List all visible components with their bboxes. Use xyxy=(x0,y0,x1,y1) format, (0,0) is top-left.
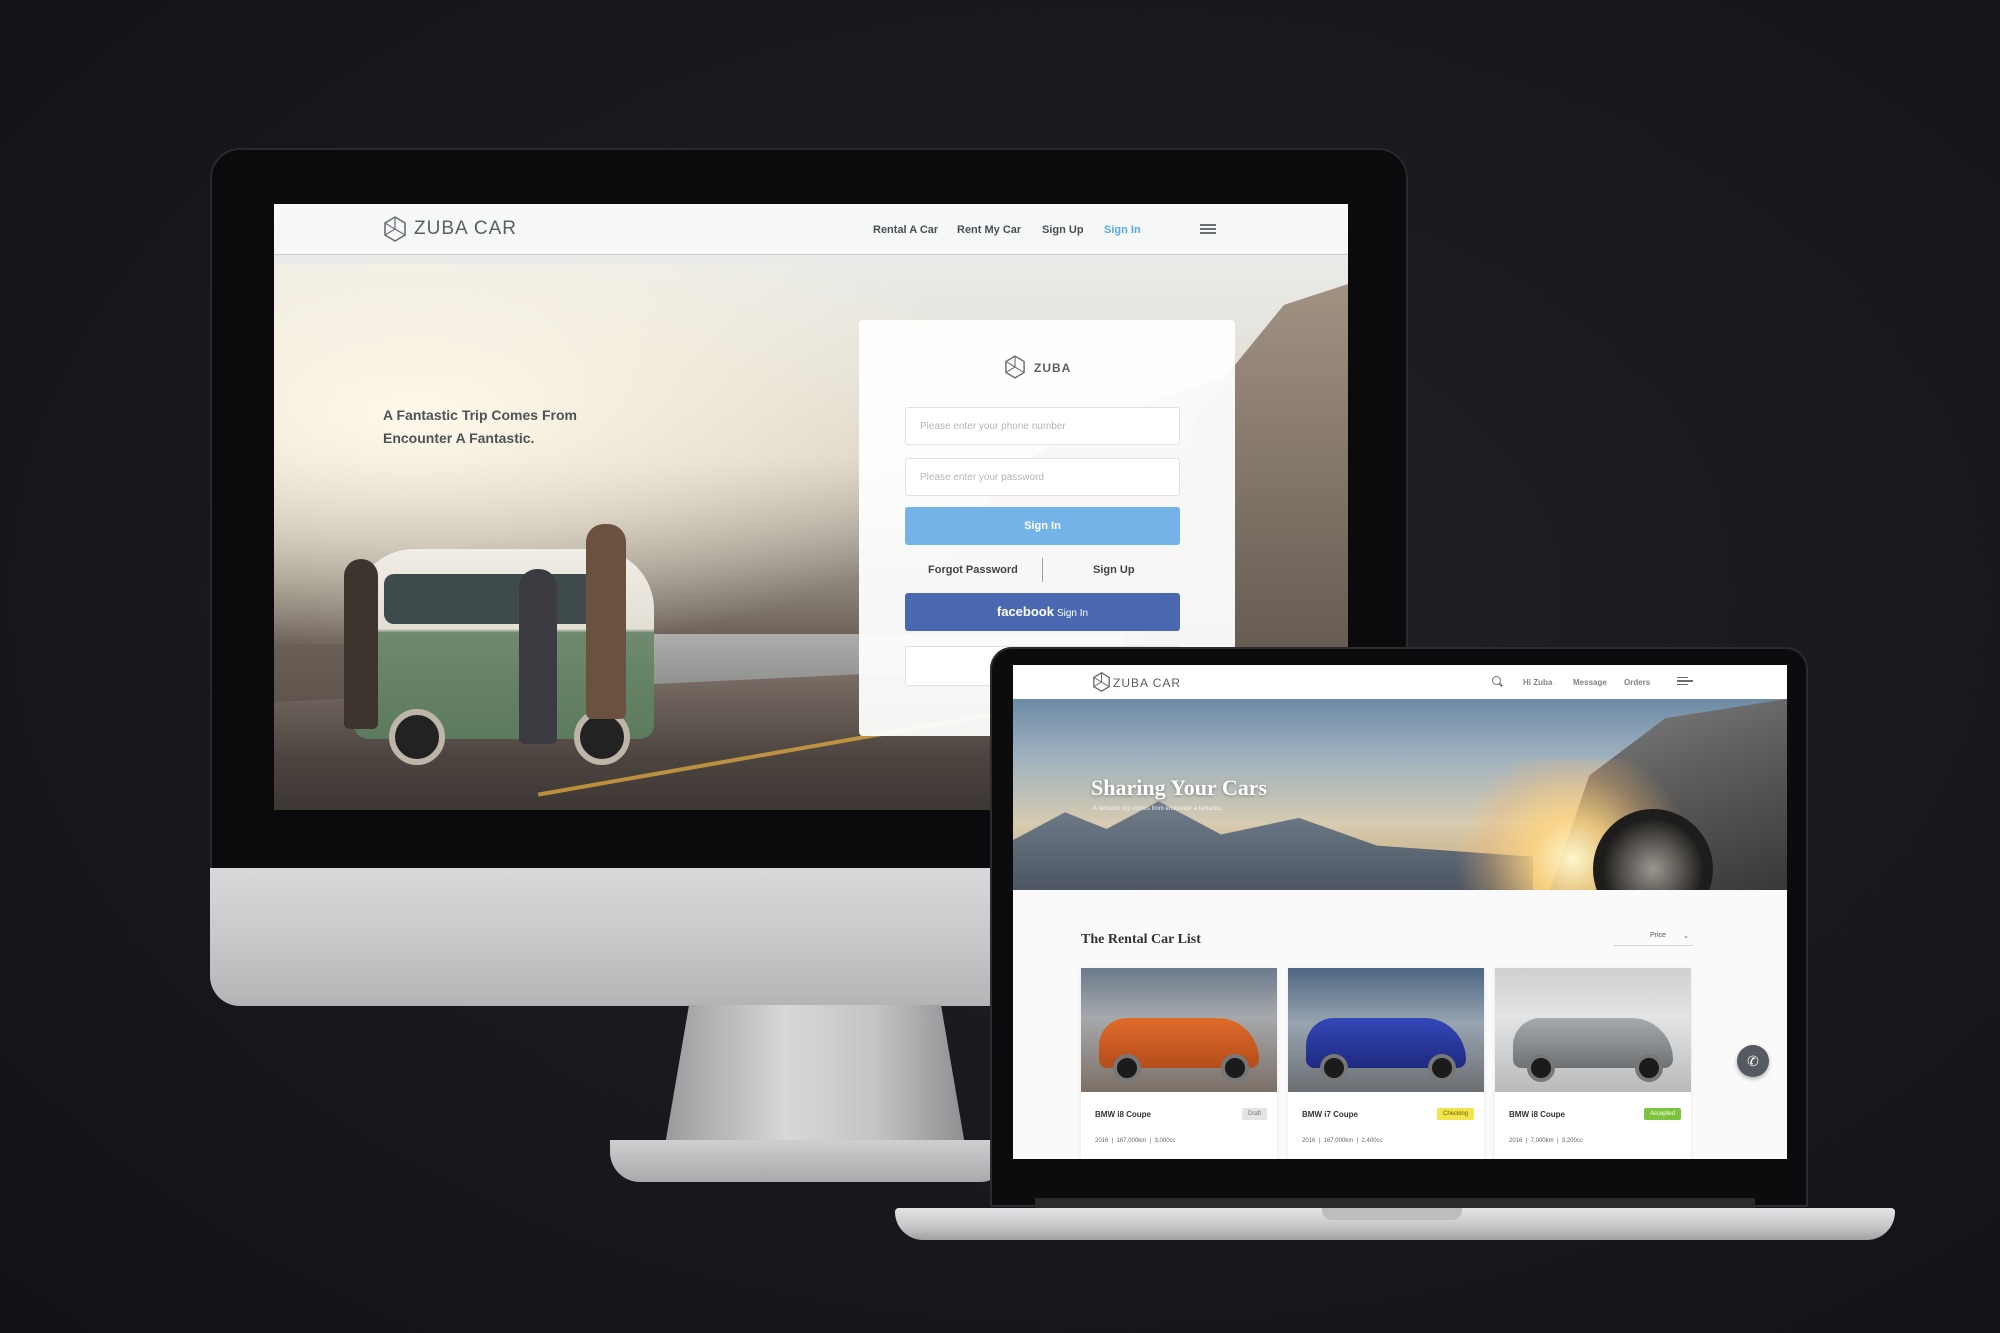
nav-orders[interactable]: Orders xyxy=(1624,678,1650,687)
car-photo-wheel xyxy=(1428,1054,1456,1082)
chevron-down-icon: ⌄ xyxy=(1683,933,1689,940)
car-photo-wheel xyxy=(1113,1054,1141,1082)
phone-number-input[interactable] xyxy=(905,407,1180,445)
hero-photo-person xyxy=(586,524,626,719)
car-card[interactable]: BMW i8 Coupe Accepted 2016 | 7,000km | 3… xyxy=(1495,968,1691,1159)
sign-in-button[interactable]: Sign In xyxy=(905,507,1180,545)
hero-subtitle: A fantastic trip comes from encounter a … xyxy=(1093,806,1223,812)
car-specs: 2016 | 7,000km | 3,200cc xyxy=(1509,1138,1583,1144)
hero-tagline: A Fantastic Trip Comes From Encounter A … xyxy=(383,404,643,450)
sort-dropdown[interactable]: Price ⌄ xyxy=(1613,929,1693,946)
car-photo xyxy=(1081,968,1277,1092)
hero-title: Sharing Your Cars xyxy=(1091,775,1268,800)
brand-logo-text[interactable]: ZUBA CAR xyxy=(414,218,517,240)
imac-stand xyxy=(665,1005,965,1145)
imac-top-nav: ZUBA CAR Rental A Car Rent My Car Sign U… xyxy=(274,204,1348,255)
hero-photo-person xyxy=(344,559,378,729)
nav-hi-zuba[interactable]: Hi Zuba xyxy=(1523,678,1552,687)
hamburger-icon[interactable] xyxy=(1200,224,1216,234)
phone-icon[interactable]: ✆ xyxy=(1737,1045,1769,1077)
link-divider xyxy=(1042,558,1043,582)
status-badge: Accepted xyxy=(1643,1108,1681,1120)
status-badge: Draft xyxy=(1241,1108,1267,1120)
sign-up-link[interactable]: Sign Up xyxy=(1093,564,1135,576)
imac-stand-foot xyxy=(610,1140,1010,1182)
facebook-brand-text: facebook xyxy=(996,604,1054,619)
car-photo-wheel xyxy=(1221,1054,1249,1082)
rental-car-list-title: The Rental Car List xyxy=(1081,932,1201,947)
car-photo-wheel xyxy=(1527,1054,1555,1082)
brand-logo-text[interactable]: ZUBA CAR xyxy=(1113,676,1181,690)
sign-in-brand: ZUBA xyxy=(1034,361,1072,375)
macbook-top-nav: ZUBA CAR Hi Zuba Message Orders xyxy=(1013,665,1787,700)
status-badge: Checking xyxy=(1436,1108,1474,1120)
car-name: BMW i8 Coupe xyxy=(1095,1110,1151,1119)
macbook-notch xyxy=(1322,1208,1462,1220)
hero-photo-van-wheel xyxy=(389,709,445,765)
password-input[interactable] xyxy=(905,458,1180,496)
car-specs: 2016 | 167,000km | 2,400cc xyxy=(1302,1138,1383,1144)
nav-rental-a-car[interactable]: Rental A Car xyxy=(873,224,938,236)
car-photo xyxy=(1288,968,1484,1092)
car-card[interactable]: BMW i7 Coupe Checking 2016 | 167,000km |… xyxy=(1288,968,1484,1159)
car-photo-wheel xyxy=(1320,1054,1348,1082)
zuba-logo-icon xyxy=(1005,355,1025,379)
forgot-password-link[interactable]: Forgot Password xyxy=(928,564,1018,576)
car-specs: 2016 | 167,000km | 3,000cc xyxy=(1095,1138,1176,1144)
nav-message[interactable]: Message xyxy=(1573,678,1607,687)
hero-tagline-line1: A Fantastic Trip Comes From xyxy=(383,407,577,423)
car-card[interactable]: BMW i8 Coupe Draft 2016 | 167,000km | 3,… xyxy=(1081,968,1277,1159)
nav-sign-up[interactable]: Sign Up xyxy=(1042,224,1084,236)
facebook-sign-in-button[interactable]: facebook Sign In xyxy=(905,593,1180,631)
zuba-logo-icon xyxy=(1093,672,1110,692)
car-name: BMW i8 Coupe xyxy=(1509,1110,1565,1119)
nav-rent-my-car[interactable]: Rent My Car xyxy=(957,224,1021,236)
zuba-logo-icon xyxy=(384,216,406,242)
hero-photo-person xyxy=(519,569,557,744)
hamburger-icon[interactable] xyxy=(1677,677,1693,685)
hero-tagline-line2: Encounter A Fantastic. xyxy=(383,430,535,446)
car-photo xyxy=(1495,968,1691,1092)
macbook-screen: ZUBA CAR Hi Zuba Message Orders Sharing … xyxy=(1013,665,1787,1159)
sort-dropdown-label: Price xyxy=(1650,932,1666,939)
nav-sign-in[interactable]: Sign In xyxy=(1104,224,1141,236)
car-name: BMW i7 Coupe xyxy=(1302,1110,1358,1119)
facebook-sign-in-label: Sign In xyxy=(1056,608,1089,619)
search-icon[interactable] xyxy=(1492,676,1501,685)
car-photo-wheel xyxy=(1635,1054,1663,1082)
sharing-hero-banner: Sharing Your Cars A fantastic trip comes… xyxy=(1013,699,1787,890)
